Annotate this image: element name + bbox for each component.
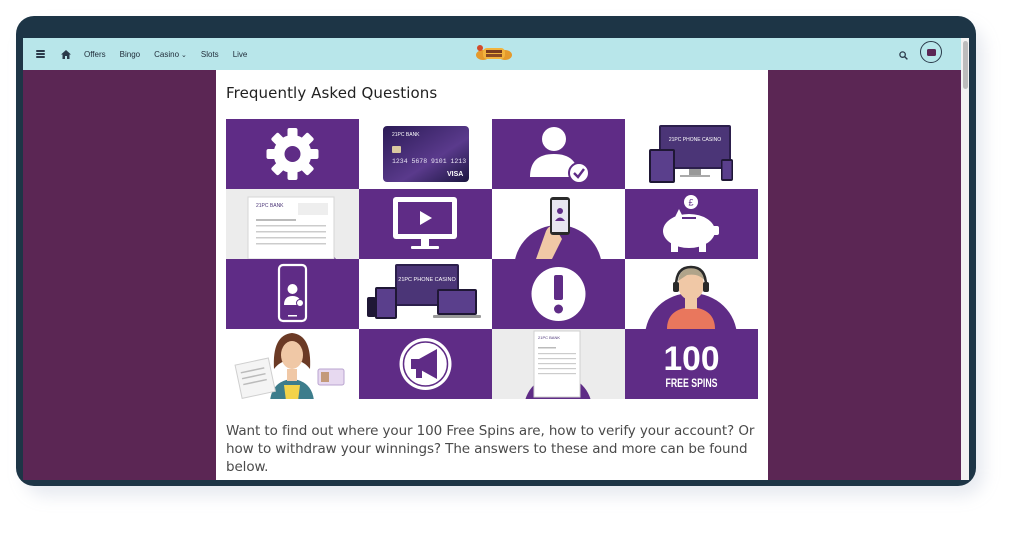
monitor-play-icon xyxy=(359,189,492,259)
casino-brand: 21PC PHONE CASINO xyxy=(398,277,456,283)
nav-offers[interactable]: Offers xyxy=(84,50,106,59)
free-spins-badge: 100 FREE SPINS xyxy=(625,329,758,399)
statement-brand: 21PC BANK xyxy=(256,203,284,209)
tile-bank-card[interactable]: 21PC BANK 1234 5678 9101 1213 VISA xyxy=(359,119,492,189)
piggy-bank-icon: £ xyxy=(625,189,758,259)
phone-in-hand-icon xyxy=(492,189,625,259)
nav-bingo[interactable]: Bingo xyxy=(120,50,140,59)
faq-category-grid: 21PC BANK 1234 5678 9101 1213 VISA 21PC … xyxy=(226,119,758,399)
faq-panel: Frequently Asked Questions 21PC BANK 123… xyxy=(216,70,768,480)
home-icon[interactable] xyxy=(61,49,71,59)
devices-brand: 21PC PHONE CASINO xyxy=(669,137,721,143)
page-title: Frequently Asked Questions xyxy=(226,84,438,102)
wallet-button[interactable] xyxy=(920,41,942,63)
tile-support[interactable] xyxy=(625,259,758,329)
tile-verified-user[interactable] xyxy=(492,119,625,189)
wallet-icon xyxy=(926,48,936,56)
headset-agent-icon xyxy=(625,259,758,329)
tile-announcements[interactable] xyxy=(359,329,492,399)
id-documents-icon xyxy=(226,329,359,399)
faq-intro-text: Want to find out where your 100 Free Spi… xyxy=(226,423,755,475)
tile-settings[interactable] xyxy=(226,119,359,189)
svg-text:£: £ xyxy=(688,198,693,208)
nav-left-group: Offers Bingo Casino ⌄ Slots Live xyxy=(23,38,247,70)
tile-bank-statement[interactable]: 21PC BANK xyxy=(226,189,359,259)
menu-icon[interactable] xyxy=(36,50,45,58)
devices-icon: 21PC PHONE CASINO xyxy=(625,119,758,189)
nav-slots[interactable]: Slots xyxy=(201,50,219,59)
gear-icon xyxy=(226,119,359,189)
nav-casino-label: Casino xyxy=(154,49,180,59)
megaphone-icon xyxy=(359,329,492,399)
invoice-icon: 21PC BANK xyxy=(492,329,625,399)
scrollbar-thumb[interactable] xyxy=(962,41,968,89)
tile-invoice[interactable]: 21PC BANK xyxy=(492,329,625,399)
device-frame: Offers Bingo Casino ⌄ Slots Live Frequen… xyxy=(16,16,976,486)
tile-phone-casino[interactable]: 21PC PHONE CASINO xyxy=(359,259,492,329)
site-logo[interactable] xyxy=(475,44,513,62)
bank-statement-icon: 21PC BANK xyxy=(226,189,359,259)
nav-live[interactable]: Live xyxy=(233,50,248,59)
mobile-user-icon xyxy=(226,259,359,329)
top-navbar: Offers Bingo Casino ⌄ Slots Live xyxy=(23,38,961,70)
devices-icon: 21PC PHONE CASINO xyxy=(359,259,492,329)
browser-viewport: Offers Bingo Casino ⌄ Slots Live Frequen… xyxy=(23,38,969,480)
credit-card-icon: 21PC BANK 1234 5678 9101 1213 VISA xyxy=(359,119,492,189)
page-scrollbar[interactable] xyxy=(961,38,969,480)
card-network: VISA xyxy=(447,171,463,178)
exclamation-icon xyxy=(492,259,625,329)
tile-video[interactable] xyxy=(359,189,492,259)
free-spins-count: 100 xyxy=(664,340,720,378)
card-brand: 21PC BANK xyxy=(392,132,420,138)
card-number: 1234 5678 9101 1213 xyxy=(392,158,466,165)
user-check-icon xyxy=(492,119,625,189)
chevron-down-icon: ⌄ xyxy=(181,51,187,59)
invoice-brand: 21PC BANK xyxy=(538,335,560,340)
nav-casino[interactable]: Casino ⌄ xyxy=(154,50,187,59)
tile-alert[interactable] xyxy=(492,259,625,329)
tile-devices[interactable]: 21PC PHONE CASINO xyxy=(625,119,758,189)
free-spins-label: FREE SPINS xyxy=(666,376,718,390)
tile-savings[interactable]: £ xyxy=(625,189,758,259)
tile-phone-hand[interactable] xyxy=(492,189,625,259)
search-icon[interactable] xyxy=(899,47,908,65)
tile-mobile-user[interactable] xyxy=(226,259,359,329)
tile-id-documents[interactable] xyxy=(226,329,359,399)
tile-free-spins[interactable]: 100 FREE SPINS xyxy=(625,329,758,399)
